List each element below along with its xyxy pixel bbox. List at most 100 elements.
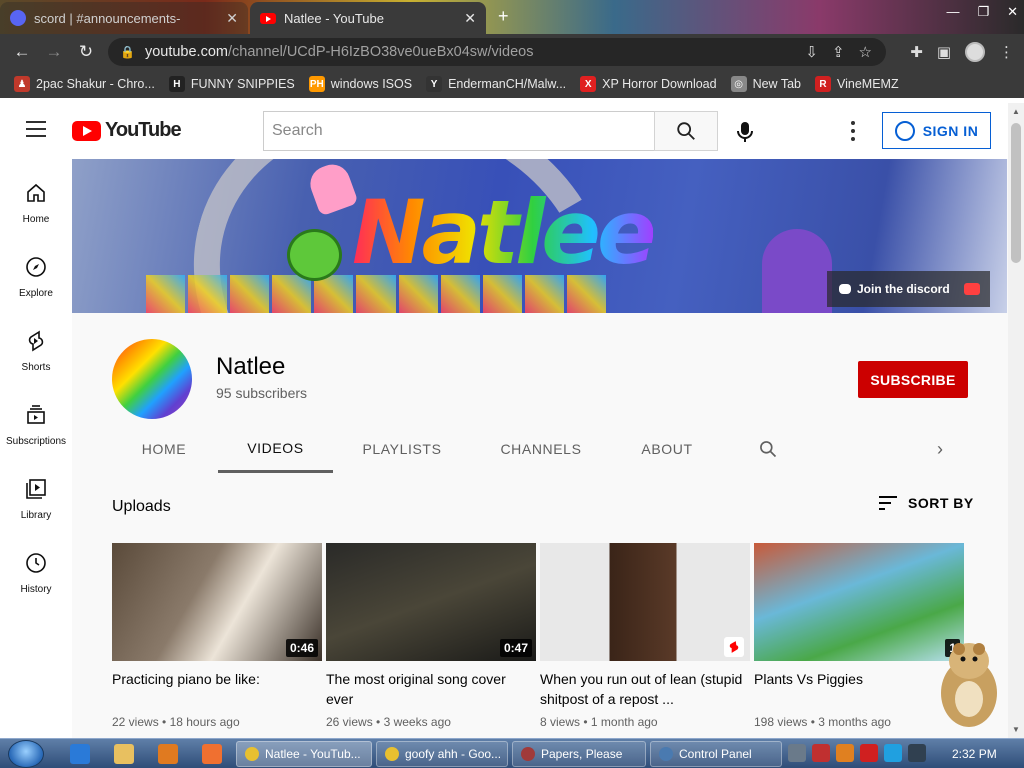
- video-thumbnail[interactable]: 1: [754, 543, 964, 661]
- internet-explorer-icon[interactable]: [70, 744, 90, 764]
- tray-flag-icon[interactable]: [860, 744, 878, 762]
- guide-item-subscriptions[interactable]: Subscriptions: [0, 403, 72, 447]
- task-app-icon: [659, 747, 673, 761]
- reload-icon[interactable]: ↻: [70, 42, 102, 62]
- sidepanel-icon[interactable]: ▣: [937, 43, 951, 61]
- bookmark-item[interactable]: Y EndermanCH/Malw...: [426, 76, 566, 92]
- subscribe-button[interactable]: SUBSCRIBE: [858, 361, 968, 398]
- bookmark-item[interactable]: H FUNNY SNIPPIES: [168, 76, 295, 92]
- search-button[interactable]: [654, 111, 718, 151]
- bookmark-item[interactable]: R VineMEMZ: [815, 76, 899, 92]
- video-thumbnail[interactable]: [540, 543, 750, 661]
- video-meta: 198 views • 3 months ago: [754, 715, 964, 729]
- channel-avatar[interactable]: [112, 339, 192, 419]
- taskbar-clock[interactable]: 2:32 PM: [952, 747, 997, 761]
- tray-tool-icon[interactable]: [812, 744, 830, 762]
- bookmark-label: VineMEMZ: [837, 77, 899, 91]
- tab-about[interactable]: ABOUT: [628, 425, 706, 473]
- bookmark-label: New Tab: [752, 77, 801, 91]
- close-icon[interactable]: ✕: [464, 10, 476, 27]
- start-button[interactable]: [8, 740, 44, 768]
- firefox-icon[interactable]: [202, 744, 222, 764]
- page-scrollbar[interactable]: ▲ ▼: [1008, 103, 1024, 738]
- user-circle-icon: [894, 120, 915, 141]
- video-card[interactable]: When you run out of lean (stupid shitpos…: [540, 543, 750, 729]
- browser-toolbar: ← → ↻ 🔒 youtube.com/channel/UCdP-H6IzBO3…: [0, 34, 1024, 70]
- bookmark-item[interactable]: ◎ New Tab: [730, 76, 801, 92]
- guide-label: Shorts: [21, 362, 51, 373]
- h-icon: H: [168, 76, 185, 92]
- tray-app-icon[interactable]: [788, 744, 806, 762]
- hamburger-menu-icon[interactable]: [26, 121, 46, 137]
- video-card[interactable]: 1 Plants Vs Piggies 198 views • 3 months a…: [754, 543, 964, 729]
- video-title[interactable]: Plants Vs Piggies: [754, 669, 964, 709]
- install-icon[interactable]: ⇩: [805, 43, 818, 61]
- video-title[interactable]: The most original song cover ever: [326, 669, 536, 709]
- channel-search-icon[interactable]: [758, 439, 778, 459]
- video-thumbnail[interactable]: 0:46: [112, 543, 322, 661]
- scroll-down-icon[interactable]: ▼: [1012, 725, 1020, 734]
- video-card[interactable]: 0:47 The most original song cover ever 26 …: [326, 543, 536, 729]
- video-card[interactable]: 0:46 Practicing piano be like: 22 views • …: [112, 543, 322, 729]
- bookmark-item[interactable]: ♟ 2pac Shakur - Chro...: [14, 76, 155, 92]
- back-icon[interactable]: ←: [6, 42, 38, 62]
- channel-header: Natlee 95 subscribers SUBSCRIBE HOME VID…: [72, 313, 1007, 569]
- tab-videos[interactable]: VIDEOS: [218, 425, 333, 473]
- sort-by-button[interactable]: SORT BY: [878, 495, 974, 511]
- forward-icon[interactable]: →: [38, 42, 70, 62]
- bookmark-item[interactable]: X XP Horror Download: [580, 76, 717, 92]
- video-thumbnail[interactable]: 0:47: [326, 543, 536, 661]
- profile-icon[interactable]: [965, 42, 985, 62]
- media-player-icon[interactable]: [158, 744, 178, 764]
- tray-display-icon[interactable]: [884, 744, 902, 762]
- tab-channels[interactable]: CHANNELS: [486, 425, 596, 473]
- chevron-right-icon[interactable]: ›: [930, 439, 950, 459]
- close-icon[interactable]: ✕: [226, 10, 238, 27]
- tab-discord[interactable]: scord | #announcements- ✕: [0, 2, 248, 34]
- system-tray: [788, 744, 926, 762]
- globe-icon: ◎: [730, 76, 747, 92]
- close-window-icon[interactable]: ✕: [1007, 4, 1018, 20]
- guide-item-history[interactable]: History: [0, 551, 72, 595]
- microphone-icon: [737, 122, 753, 142]
- guide-item-library[interactable]: Library: [0, 477, 72, 521]
- address-bar[interactable]: 🔒 youtube.com/channel/UCdP-H6IzBO38ve0ue…: [108, 38, 886, 66]
- youtube-logo[interactable]: YouTube: [72, 119, 182, 142]
- tray-search-icon[interactable]: [836, 744, 854, 762]
- discord-link[interactable]: Join the discord: [827, 271, 990, 307]
- new-tab-button[interactable]: +: [498, 6, 509, 27]
- video-meta: 22 views • 18 hours ago: [112, 715, 322, 729]
- taskbar-task[interactable]: Natlee - YouTub...: [236, 741, 372, 767]
- tab-youtube[interactable]: Natlee - YouTube ✕: [250, 2, 486, 34]
- share-icon[interactable]: ⇪: [832, 43, 845, 61]
- scroll-up-icon[interactable]: ▲: [1012, 107, 1020, 116]
- search-input[interactable]: [263, 111, 655, 151]
- settings-kebab-icon[interactable]: [846, 119, 860, 143]
- taskbar-task[interactable]: Papers, Please: [512, 741, 646, 767]
- extensions-icon[interactable]: ✚: [910, 43, 923, 61]
- home-icon: [27, 183, 45, 202]
- tray-volume-icon[interactable]: [908, 744, 926, 762]
- taskbar-task[interactable]: Control Panel: [650, 741, 782, 767]
- video-title[interactable]: Practicing piano be like:: [112, 669, 322, 709]
- voice-search-button[interactable]: [730, 117, 760, 147]
- menu-kebab-icon[interactable]: ⋮: [999, 43, 1014, 61]
- bookmarks-bar: ♟ 2pac Shakur - Chro... H FUNNY SNIPPIES PH w…: [0, 70, 1024, 98]
- sign-in-button[interactable]: SIGN IN: [882, 112, 991, 149]
- sort-by-label: SORT BY: [908, 495, 974, 511]
- bookmark-item[interactable]: PH windows ISOS: [308, 76, 412, 92]
- video-title[interactable]: When you run out of lean (stupid shitpos…: [540, 669, 750, 709]
- guide-item-home[interactable]: Home: [0, 181, 72, 225]
- lock-icon: 🔒: [120, 45, 135, 59]
- guide-item-shorts[interactable]: Shorts: [0, 329, 72, 373]
- taskbar-task[interactable]: goofy ahh - Goo...: [376, 741, 508, 767]
- tab-playlists[interactable]: PLAYLISTS: [346, 425, 458, 473]
- video-views: 22 views: [112, 715, 159, 729]
- maximize-icon[interactable]: ❐: [977, 4, 989, 20]
- scrollbar-thumb[interactable]: [1011, 123, 1021, 263]
- file-explorer-icon[interactable]: [114, 744, 134, 764]
- tab-home[interactable]: HOME: [118, 425, 210, 473]
- minimize-icon[interactable]: —: [946, 4, 959, 20]
- guide-item-explore[interactable]: Explore: [0, 255, 72, 299]
- star-icon[interactable]: ☆: [859, 43, 872, 61]
